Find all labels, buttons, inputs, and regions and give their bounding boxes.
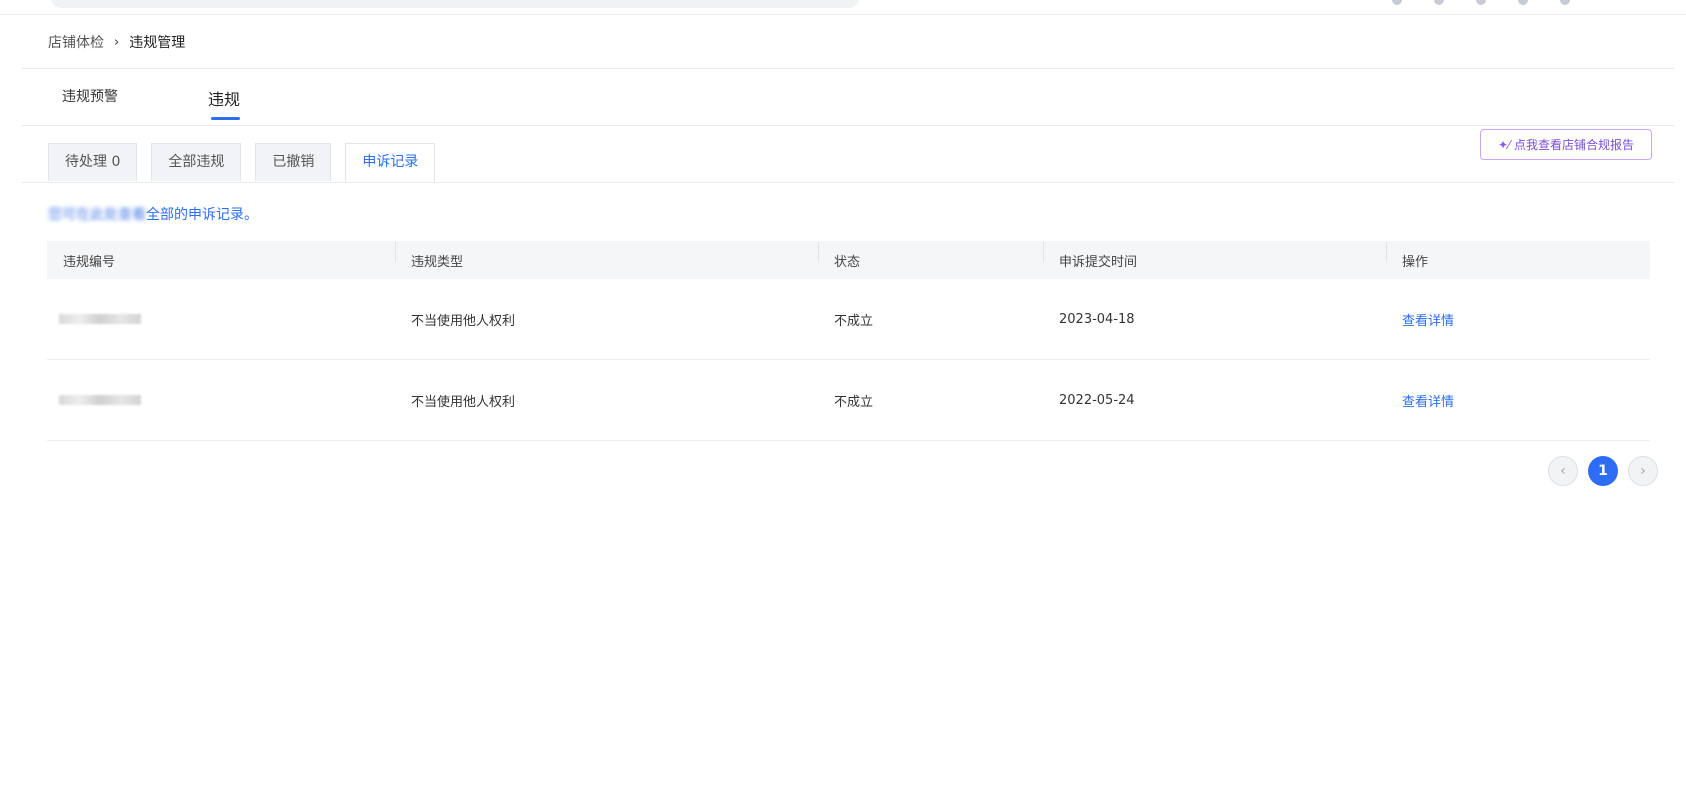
view-details-link[interactable]: 查看详情	[1402, 314, 1454, 329]
breadcrumb-current: 违规管理	[129, 35, 186, 51]
tabs-divider	[22, 125, 1674, 126]
compliance-report-label: 点我查看店铺合规报告	[1514, 138, 1635, 152]
page-number-current[interactable]: 1	[1588, 456, 1618, 486]
status-cell: 不成立	[834, 394, 874, 410]
address-bar[interactable]	[50, 0, 860, 8]
redacted-id	[59, 395, 141, 405]
notice-text: 全部的申诉记录。	[146, 207, 258, 223]
view-details-link[interactable]: 查看详情	[1402, 395, 1454, 410]
pagination: ‹ 1 ›	[1538, 456, 1658, 486]
subtabs-divider	[22, 182, 1674, 183]
column-header: 操作	[1386, 241, 1650, 270]
action-cell: 查看详情	[1386, 391, 1650, 410]
sparkle-icon: ✦⁄	[1497, 137, 1511, 152]
table-row: 不当使用他人权利 不成立 2023-04-18 查看详情	[47, 279, 1650, 360]
toolbar-icon[interactable]	[1560, 0, 1570, 5]
tab-violation[interactable]: 违规	[208, 86, 241, 120]
compliance-report-button[interactable]: ✦⁄ 点我查看店铺合规报告	[1480, 129, 1652, 160]
table-header: 违规编号 违规类型 状态 申诉提交时间 操作	[47, 241, 1650, 279]
action-cell: 查看详情	[1386, 310, 1650, 329]
subtab-pending[interactable]: 待处理 0	[48, 143, 138, 181]
appeal-time-cell: 2023-04-18	[1059, 311, 1135, 327]
notice-blurred-text: 您可在此处查看	[48, 207, 146, 223]
subtab-revoked[interactable]: 已撤销	[255, 143, 332, 181]
toolbar-icon[interactable]	[1434, 0, 1444, 5]
violation-type-cell: 不当使用他人权利	[411, 313, 516, 329]
column-header: 违规编号	[63, 254, 116, 270]
appeal-time-cell: 2022-05-24	[1059, 392, 1135, 408]
appeal-notice: 您可在此处查看全部的申诉记录。	[48, 204, 258, 224]
status-cell: 不成立	[834, 313, 874, 329]
subtab-appeal-records[interactable]: 申诉记录	[345, 143, 436, 183]
sub-tabs: 待处理 0 全部违规 已撤销 申诉记录	[48, 143, 449, 183]
tab-violation-warning[interactable]: 违规预警	[62, 86, 118, 120]
breadcrumb-parent[interactable]: 店铺体检	[48, 32, 104, 52]
redacted-id	[59, 314, 141, 324]
column-header: 状态	[818, 241, 1043, 270]
violation-type-cell: 不当使用他人权利	[411, 394, 516, 410]
divider	[22, 68, 1674, 69]
prev-page-icon[interactable]: ‹	[1548, 456, 1578, 486]
breadcrumb: 店铺体检 › 违规管理	[48, 32, 185, 52]
table-row: 不当使用他人权利 不成立 2022-05-24 查看详情	[47, 360, 1650, 441]
toolbar-icon[interactable]	[1392, 0, 1402, 5]
main-tabs: 违规预警 违规	[62, 86, 241, 120]
subtab-all-violations[interactable]: 全部违规	[151, 143, 242, 181]
next-page-icon[interactable]: ›	[1628, 456, 1658, 486]
violation-id-cell	[47, 312, 395, 327]
browser-top-bar	[0, 0, 1686, 15]
toolbar-icon[interactable]	[1518, 0, 1528, 5]
appeal-records-table: 违规编号 违规类型 状态 申诉提交时间 操作 不当使用他人权利 不成立 2023…	[47, 241, 1650, 441]
column-header: 申诉提交时间	[1043, 241, 1386, 270]
column-header: 违规类型	[395, 241, 818, 270]
toolbar-icon[interactable]	[1476, 0, 1486, 5]
breadcrumb-separator-icon: ›	[114, 34, 120, 50]
violation-id-cell	[47, 393, 395, 408]
